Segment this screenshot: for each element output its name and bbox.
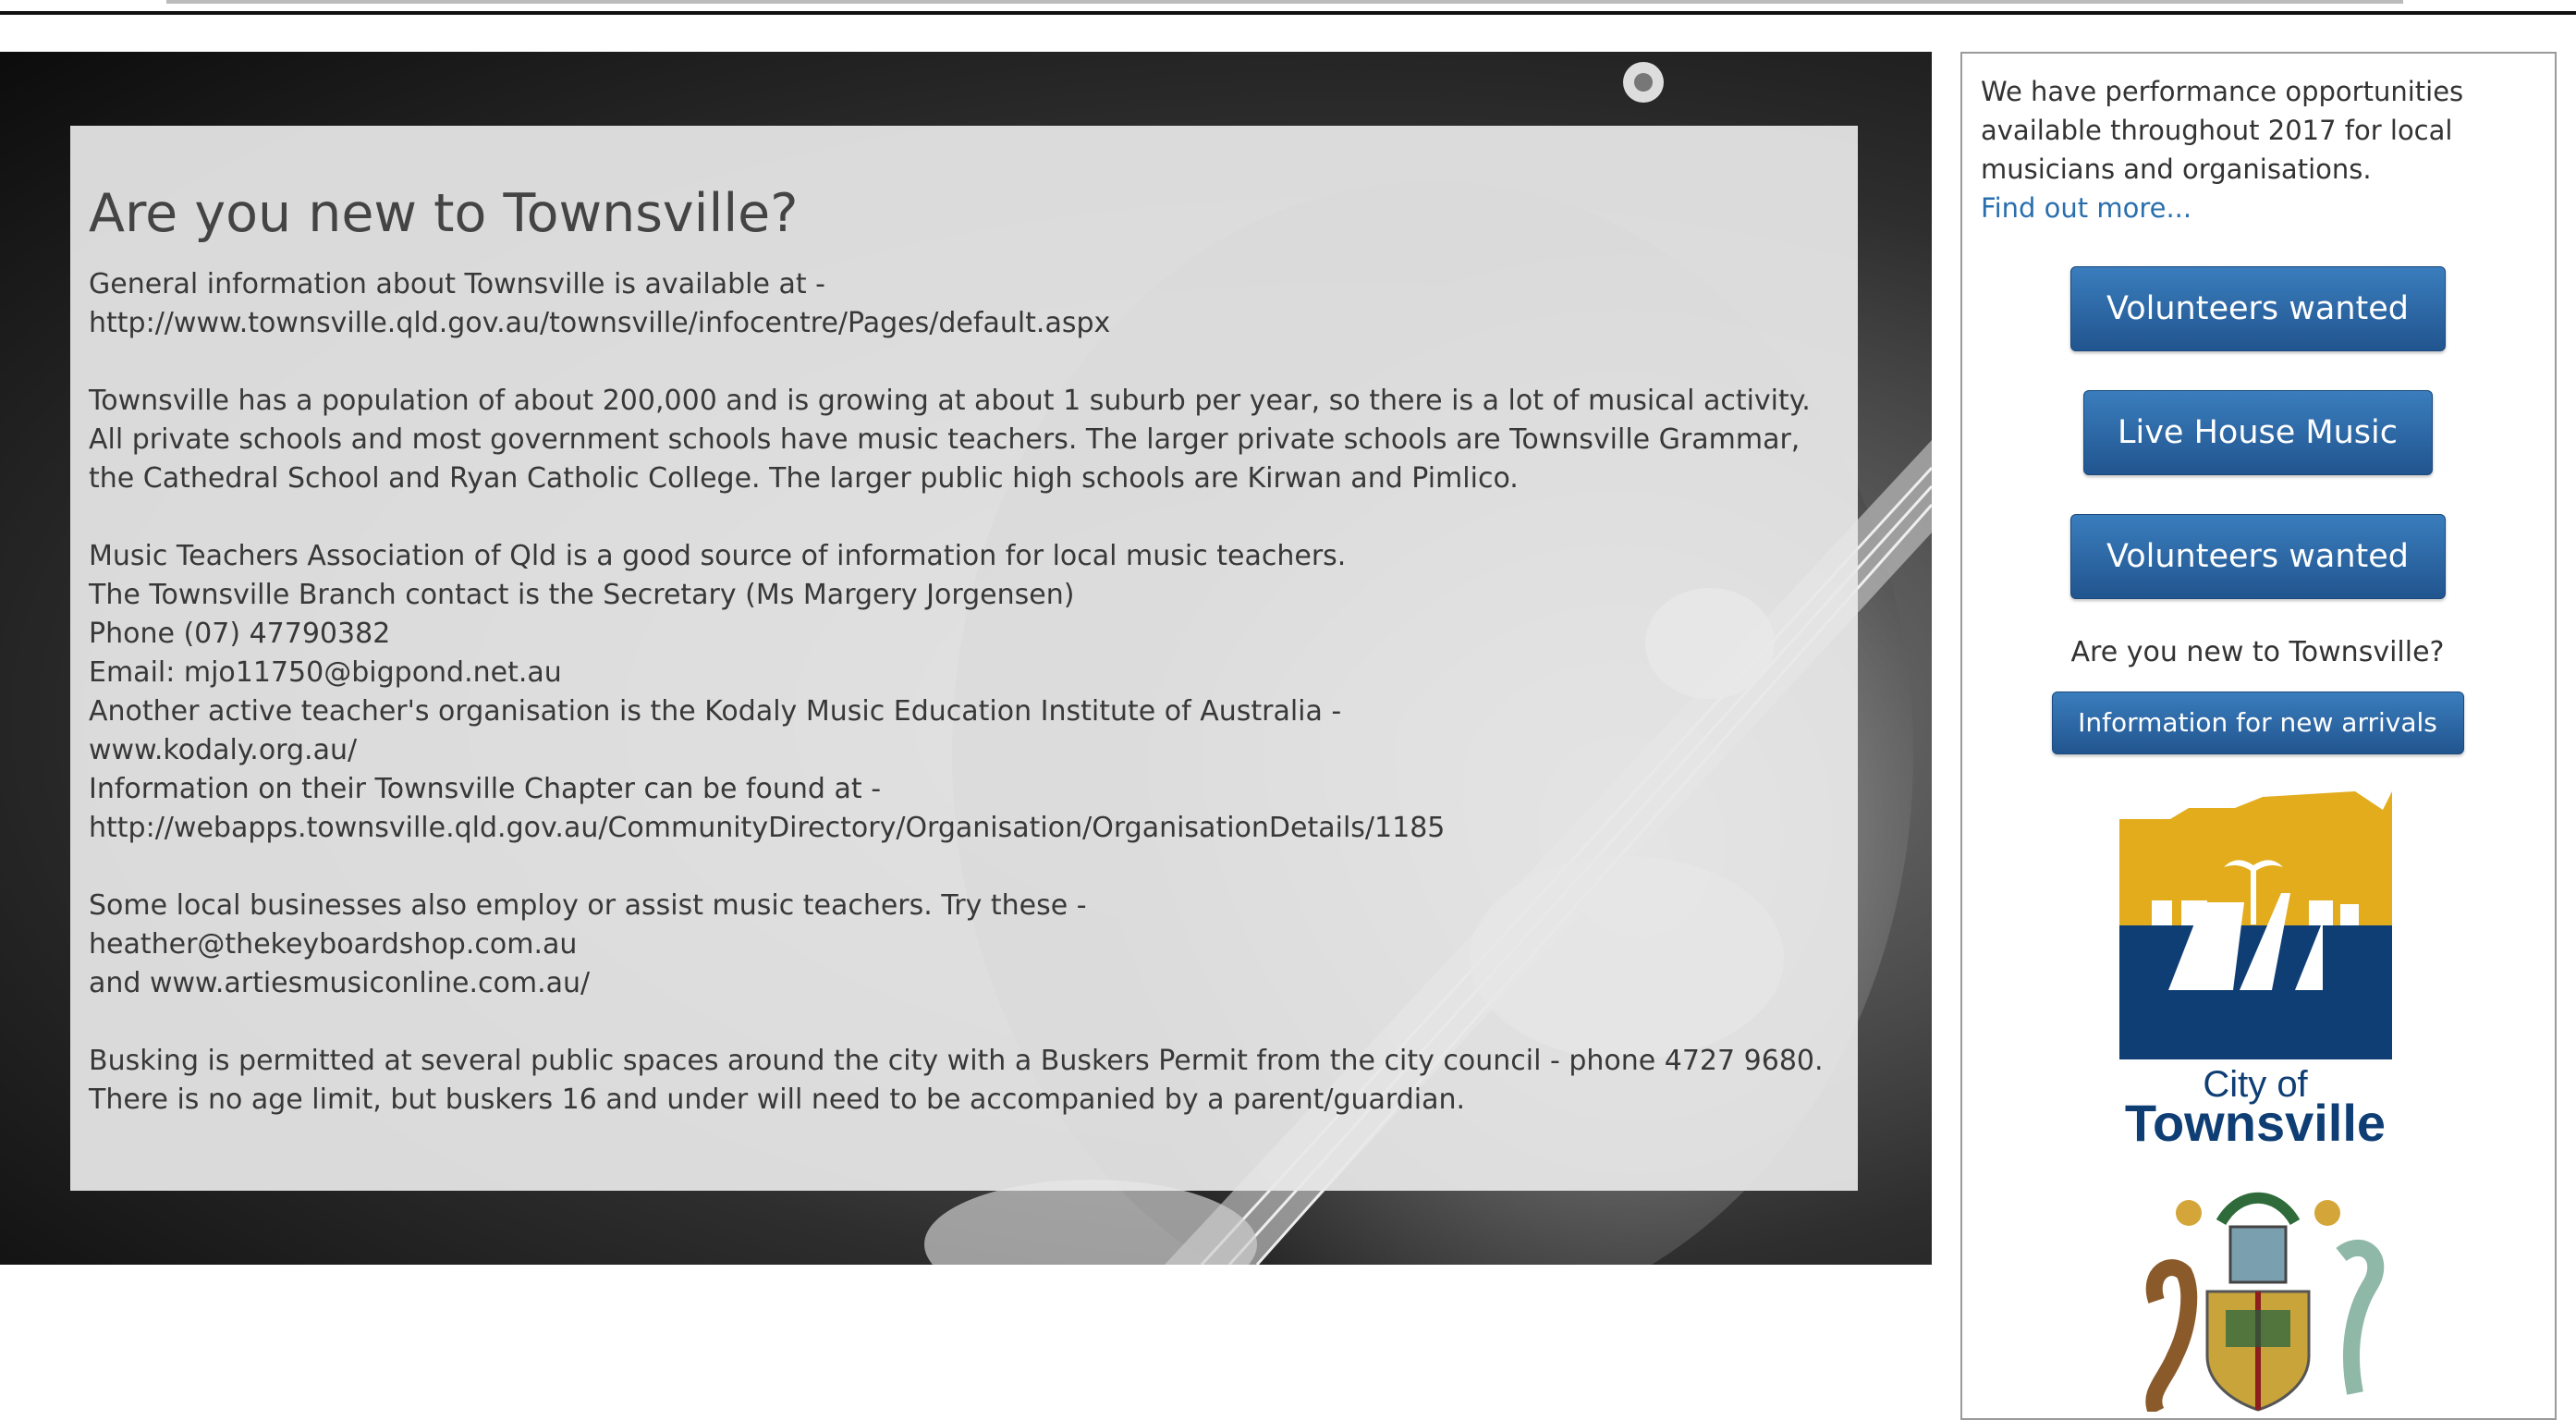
hero-banner: Are you new to Townsville? General infor… — [0, 52, 1932, 1265]
text-line: musicians and organisations. — [1981, 153, 2372, 185]
text-line: heather@thekeyboardshop.com.au — [89, 928, 578, 961]
deer-supporter — [2144, 1259, 2197, 1412]
crest-wreath — [2216, 1192, 2300, 1226]
top-rule-inner — [166, 0, 2403, 4]
crest-ornament — [2314, 1200, 2340, 1226]
text-line: All private schools and most government … — [89, 423, 1801, 456]
volunteers-wanted-button[interactable]: Volunteers wanted — [2069, 266, 2446, 351]
paragraph-local-businesses: Some local businesses also employ or ass… — [89, 887, 1839, 1003]
logo-navy-block — [2118, 925, 2392, 1059]
find-out-more-link[interactable]: Find out more... — [1981, 189, 2191, 227]
paragraph-music-teachers: Music Teachers Association of Qld is a g… — [89, 537, 1839, 848]
text-line: General information about Townsville is … — [89, 268, 826, 300]
logo-building — [2308, 900, 2333, 925]
sidebar-intro: We have performance opportunities availa… — [1981, 72, 2534, 189]
city-of-townsville-logo: City of Townsville — [2118, 791, 2392, 1147]
coat-of-arms-image — [2144, 1192, 2384, 1412]
sidebar-question: Are you new to Townsville? — [2070, 636, 2445, 668]
text-line: http://www.townsville.qld.gov.au/townsvi… — [89, 307, 1111, 339]
text-line: Another active teacher's organisation is… — [89, 695, 1342, 728]
text-line: and www.artiesmusiconline.com.au/ — [89, 967, 591, 999]
volunteers-wanted-button-2[interactable]: Volunteers wanted — [2069, 514, 2446, 599]
crest-tower — [2228, 1225, 2287, 1284]
logo-building — [2151, 900, 2172, 925]
text-line: Phone (07) 47790382 — [89, 618, 391, 650]
text-line: Townsville has a population of about 200… — [89, 385, 1811, 417]
live-house-music-button[interactable]: Live House Music — [2082, 390, 2433, 475]
content-panel: Are you new to Townsville? General infor… — [70, 126, 1858, 1191]
text-line: We have performance opportunities — [1981, 76, 2464, 107]
text-line: Busking is permitted at several public s… — [89, 1045, 1824, 1077]
palm-tree-trunk — [2250, 869, 2256, 924]
text-line: Information on their Townsville Chapter … — [89, 773, 882, 805]
text-line: the Cathedral School and Ryan Catholic C… — [89, 462, 1519, 495]
bird-supporter — [2335, 1239, 2384, 1395]
top-rule — [0, 0, 2576, 15]
logo-building — [2339, 904, 2359, 925]
paragraph-busking: Busking is permitted at several public s… — [89, 1042, 1839, 1120]
shield-panel — [2225, 1310, 2290, 1347]
paragraph-population: Townsville has a population of about 200… — [89, 382, 1839, 498]
text-line: Email: mjo11750@bigpond.net.au — [89, 656, 562, 689]
text-line: Some local businesses also employ or ass… — [89, 889, 1087, 922]
text-line: There is no age limit, but buskers 16 an… — [89, 1083, 1466, 1116]
text-line: www.kodaly.org.au/ — [89, 734, 358, 766]
new-arrivals-info-button[interactable]: Information for new arrivals — [2051, 692, 2464, 754]
crest-ornament — [2175, 1200, 2202, 1226]
text-line: http://webapps.townsville.qld.gov.au/Com… — [89, 812, 1446, 844]
paragraph-general-info: General information about Townsville is … — [89, 265, 1839, 343]
page-title: Are you new to Townsville? — [89, 183, 799, 244]
text-line: available throughout 2017 for local — [1981, 115, 2453, 146]
text-line: The Townsville Branch contact is the Sec… — [89, 579, 1075, 611]
text-line: Music Teachers Association of Qld is a g… — [89, 540, 1347, 572]
sidebar: We have performance opportunities availa… — [1960, 52, 2557, 1420]
logo-text-townsville: Townsville — [2124, 1094, 2385, 1147]
